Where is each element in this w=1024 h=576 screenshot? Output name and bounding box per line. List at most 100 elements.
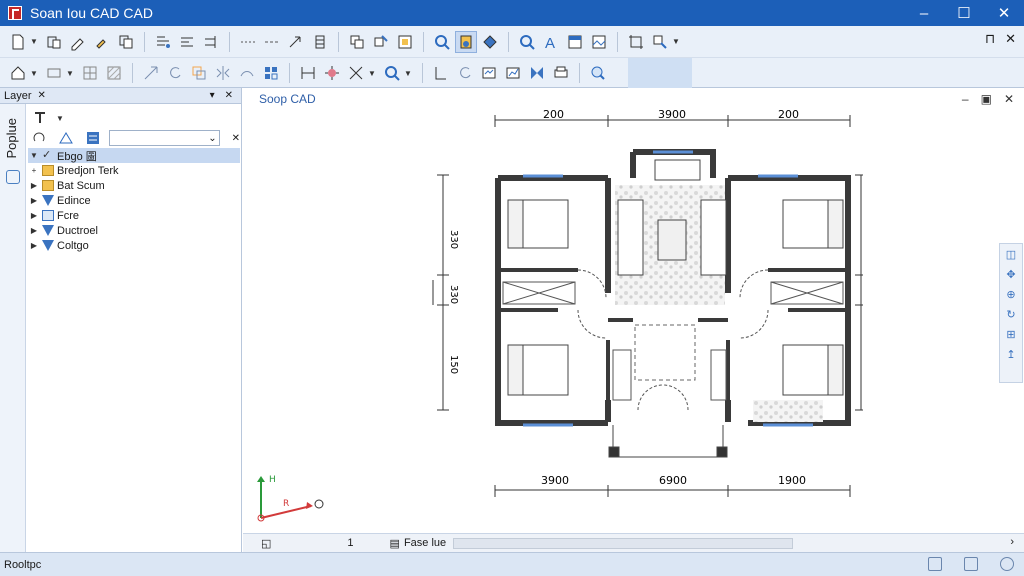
tree-item-root[interactable]: ▼ ✓ Ebgo 圖 <box>28 148 240 163</box>
layer-state-dropdown-icon[interactable]: ▼ <box>56 114 64 123</box>
search-icon[interactable] <box>516 31 538 53</box>
layers-icon[interactable] <box>346 31 368 53</box>
print-icon[interactable] <box>550 62 572 84</box>
steering-wheel-icon[interactable]: ◫ <box>1003 248 1019 264</box>
open-icon[interactable] <box>43 31 65 53</box>
arrow-icon[interactable] <box>285 31 307 53</box>
expand-icon[interactable]: ▶ <box>28 211 40 220</box>
pan-nav-icon[interactable]: ✥ <box>1003 268 1019 284</box>
maximize-button[interactable]: ☐ <box>944 0 984 26</box>
insert-icon[interactable] <box>370 31 392 53</box>
stretch-icon[interactable] <box>140 62 162 84</box>
panel-restore-button[interactable]: ⊓ <box>985 31 995 47</box>
scroll-right-icon[interactable]: › <box>1010 536 1014 548</box>
search-dropdown-icon[interactable]: ⌄ <box>208 133 216 144</box>
orbit-icon[interactable] <box>479 31 501 53</box>
side-tab-icon[interactable] <box>6 170 20 184</box>
new-file-icon[interactable] <box>7 31 29 53</box>
dots-icon[interactable] <box>237 31 259 53</box>
tree-item-layer[interactable]: ▶ Ductroel <box>28 223 240 238</box>
scale-icon[interactable] <box>188 62 210 84</box>
layer-manager-icon[interactable] <box>83 127 104 149</box>
measure-icon[interactable] <box>649 31 671 53</box>
grid-icon[interactable] <box>79 62 101 84</box>
hatch-icon[interactable] <box>103 62 125 84</box>
zoom-icon[interactable] <box>431 31 453 53</box>
model-status-icon[interactable] <box>964 557 978 571</box>
edit-icon[interactable] <box>67 31 89 53</box>
measure-dropdown-icon[interactable]: ▼ <box>672 37 680 46</box>
split-icon[interactable] <box>526 62 548 84</box>
tree-item-layer[interactable]: ▶ Bat Scum <box>28 178 240 193</box>
doc-status-icon[interactable] <box>928 557 942 571</box>
crop-icon[interactable] <box>625 31 647 53</box>
layer-panel-close[interactable]: ✕ <box>38 90 46 101</box>
panel-close-button[interactable]: ✕ <box>1005 31 1016 47</box>
doc-restore-button[interactable]: ▣ <box>981 92 992 106</box>
trim-icon[interactable] <box>176 31 198 53</box>
offset-icon[interactable] <box>236 62 258 84</box>
expand-icon[interactable]: ▶ <box>28 181 40 190</box>
dash-line-icon[interactable] <box>261 31 283 53</box>
zoom-dropdown-icon[interactable]: ▼ <box>404 69 412 78</box>
zoom-nav-icon[interactable]: ⊕ <box>1003 288 1019 304</box>
model-tab-label[interactable]: Fase lue <box>404 537 446 549</box>
tree-item-layer[interactable]: ▶ Edince <box>28 193 240 208</box>
copy-icon[interactable] <box>115 31 137 53</box>
floor-plan[interactable]: 200 3900 200 3900 6900 1900 330 330 150 … <box>423 110 863 510</box>
orbit-nav-icon[interactable]: ↻ <box>1003 308 1019 324</box>
explode-icon[interactable] <box>321 62 343 84</box>
rotate-icon[interactable] <box>164 62 186 84</box>
align-icon[interactable] <box>152 31 174 53</box>
block-icon[interactable] <box>309 31 331 53</box>
expand-icon[interactable]: ▶ <box>28 196 40 205</box>
chart-icon[interactable] <box>502 62 524 84</box>
home-dropdown-icon[interactable]: ▼ <box>30 69 38 78</box>
home-icon[interactable] <box>7 62 29 84</box>
zoom-window-icon[interactable] <box>381 62 403 84</box>
mirror-icon[interactable] <box>212 62 234 84</box>
array-icon[interactable] <box>260 62 282 84</box>
search-clear-icon[interactable]: ✕ <box>232 133 240 144</box>
table-icon[interactable] <box>564 31 586 53</box>
snap-icon[interactable] <box>345 62 367 84</box>
wall-dropdown-icon[interactable]: ▼ <box>66 69 74 78</box>
image-icon[interactable] <box>588 31 610 53</box>
layer-state-icon[interactable] <box>29 107 51 129</box>
layout-toggle-icon[interactable]: ◱ <box>261 537 271 550</box>
dimension-icon[interactable] <box>297 62 319 84</box>
properties-side-tab[interactable]: Poplue <box>0 104 26 552</box>
triangle-filter-icon[interactable] <box>56 127 77 149</box>
tree-item-layer[interactable]: ▶ Coltgo <box>28 238 240 253</box>
view-icon[interactable] <box>478 62 500 84</box>
wall-icon[interactable] <box>43 62 65 84</box>
snap-dropdown-icon[interactable]: ▼ <box>368 69 376 78</box>
panel-x-icon[interactable]: ✕ <box>225 90 233 101</box>
model-tab-icon[interactable]: ▤ <box>390 537 400 550</box>
doc-close-button[interactable]: ✕ <box>1004 92 1014 106</box>
minimize-button[interactable]: – <box>904 0 944 26</box>
text-icon[interactable]: A <box>540 31 562 53</box>
expand-icon[interactable]: ▶ <box>28 226 40 235</box>
tree-item-folder[interactable]: + Bredjon Terk <box>28 163 240 178</box>
pan-icon[interactable] <box>455 30 477 53</box>
pin-icon[interactable]: ▾ <box>210 90 215 101</box>
group-icon[interactable] <box>394 31 416 53</box>
pen-icon[interactable] <box>91 31 113 53</box>
drawing-canvas[interactable]: Soop CAD – ▣ ✕ 200 3900 200 3900 6900 19… <box>243 88 1024 552</box>
tree-item-layer[interactable]: ▶ Fcre <box>28 208 240 223</box>
doc-minimize-button[interactable]: – <box>962 92 969 106</box>
walk-nav-icon[interactable]: ↥ <box>1003 348 1019 364</box>
extents-nav-icon[interactable]: ⊞ <box>1003 328 1019 344</box>
layer-search-input[interactable]: ⌄ <box>108 130 220 146</box>
settings-status-icon[interactable] <box>1000 557 1014 571</box>
collapse-icon[interactable]: ▼ <box>28 151 40 160</box>
ortho-icon[interactable] <box>430 62 452 84</box>
refresh-layers-icon[interactable] <box>29 127 50 149</box>
close-button[interactable]: ✕ <box>984 0 1024 26</box>
extend-icon[interactable] <box>200 31 222 53</box>
horizontal-scrollbar[interactable] <box>453 538 793 549</box>
new-dropdown-icon[interactable]: ▼ <box>30 37 38 46</box>
properties-icon[interactable] <box>587 62 609 84</box>
drawing-tab[interactable]: Soop CAD – ▣ ✕ <box>243 88 1024 110</box>
